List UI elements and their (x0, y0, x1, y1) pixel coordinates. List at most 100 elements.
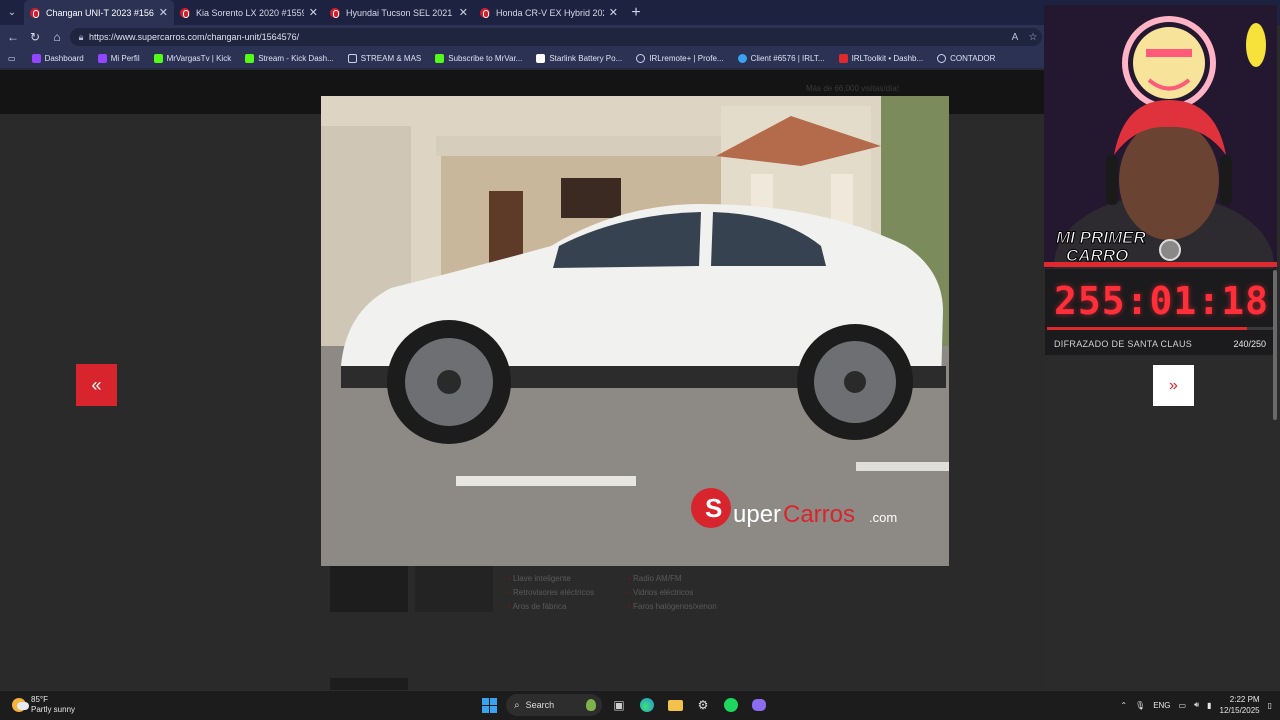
battery-icon[interactable]: ▮ (1207, 701, 1211, 710)
feature-item: Retrovisores eléctricos (508, 586, 628, 600)
taskbar-apps: ⌕ Search ▣ ⚙ (478, 694, 770, 716)
network-icon[interactable]: ▭ (1179, 701, 1187, 710)
bookmark-dashboard[interactable]: Dashboard (26, 54, 92, 63)
file-explorer-icon[interactable] (664, 694, 686, 716)
twitch-icon (31, 54, 41, 63)
windows-logo-icon (481, 697, 497, 713)
page-scrollbar[interactable] (1272, 270, 1278, 680)
kick-icon (245, 54, 255, 63)
svg-text:.com: .com (869, 510, 897, 525)
language-indicator[interactable]: ENG (1153, 701, 1170, 710)
supercarros-favicon-icon (30, 7, 40, 18)
supercarros-favicon-icon (180, 7, 190, 18)
bookmarks-menu-icon[interactable]: ▭ (0, 54, 26, 63)
bookmark-stream-mas[interactable]: STREAM & MAS (342, 54, 429, 63)
bookmark-label: IRLToolkit • Dashb... (851, 54, 924, 63)
bookmark-label: STREAM & MAS (360, 54, 422, 63)
svg-text:Carros: Carros (783, 501, 855, 528)
bookmark-label: MrVargasTv | Kick (166, 54, 232, 63)
weather-widget[interactable]: 85°F Partly sunny (12, 695, 75, 715)
windows-taskbar: 85°F Partly sunny ⌕ Search ▣ ⚙ ⌃ 🎙︎ ENG (0, 690, 1280, 720)
next-photo-button[interactable]: » (1153, 365, 1194, 406)
bookmark-label: Dashboard (44, 54, 84, 63)
folder-icon (347, 54, 357, 63)
close-tab-icon[interactable]: ✕ (159, 6, 168, 19)
bookmark-irltoolkit[interactable]: IRLToolkit • Dashb... (833, 54, 932, 63)
starlink-icon (536, 54, 546, 63)
bookmark-label: Mi Perfil (110, 54, 140, 63)
show-hidden-icons-icon[interactable]: ⌃ (1120, 701, 1127, 710)
globe-icon (636, 54, 646, 63)
discord-icon[interactable] (748, 694, 770, 716)
bookmark-label: Starlink Battery Po... (549, 54, 623, 63)
subathon-timer-widget: 255:01:18 DIFRAZADO DE SANTA CLAUS 240/2… (1044, 268, 1277, 356)
temperature: 85°F (31, 695, 48, 704)
previous-photo-button[interactable]: « (76, 364, 117, 406)
background-photo (330, 678, 408, 690)
feature-item: Aros de fábrica (508, 600, 628, 614)
system-tray: ⌃ 🎙︎ ENG ▭ 🔊︎ ▮ 2:22 PM 12/15/2025 ▯ (1120, 694, 1272, 716)
counter-icon (937, 54, 947, 63)
task-view-icon[interactable]: ▣ (608, 694, 630, 716)
kick-icon (435, 54, 445, 63)
tab-changan[interactable]: Changan UNI-T 2023 #1564576 - S ✕ (24, 0, 174, 25)
countdown-timer: 255:01:18 (1054, 279, 1269, 323)
bookmark-irlremote[interactable]: IRLremote+ | Profe... (630, 54, 731, 63)
close-tab-icon[interactable]: ✕ (459, 6, 468, 19)
clock-date: 12/15/2025 (1219, 706, 1260, 715)
irltoolkit-icon (838, 54, 848, 63)
volume-icon[interactable]: 🔊︎ (1194, 700, 1199, 710)
goal-progress-track (1247, 327, 1275, 330)
bookmark-mi-perfil[interactable]: Mi Perfil (92, 54, 148, 63)
tab-label: Honda CR-V EX Hybrid 2022 #15 (496, 7, 604, 18)
bookmark-subscribe[interactable]: Subscribe to MrVar... (429, 54, 530, 63)
new-tab-icon[interactable]: + (624, 0, 648, 25)
refresh-icon[interactable]: ↻ (24, 25, 46, 49)
supercarros-favicon-icon (330, 7, 340, 18)
spotify-icon[interactable] (720, 694, 742, 716)
search-highlight-icon (586, 699, 596, 711)
scrollbar-thumb[interactable] (1273, 270, 1277, 420)
bookmark-client[interactable]: Client #6576 | IRLT... (732, 54, 833, 63)
feature-item: Vidrios eléctricos (628, 586, 748, 600)
feature-item: Faros halógenos/xenon (628, 600, 748, 614)
edge-browser-icon[interactable] (636, 694, 658, 716)
kick-icon (153, 54, 163, 63)
search-label: Search (525, 700, 555, 710)
browser-toolbar: ← ↻ ⌂ 🔒︎ https://www.supercarros.com/cha… (0, 25, 1045, 49)
tab-actions-icon[interactable]: ⌄ (0, 0, 24, 25)
bookmark-label: CONTADOR (950, 54, 996, 63)
features-list-background: Llave inteligente Radio AM/FM Retrovisor… (508, 572, 748, 614)
bookmark-contador[interactable]: CONTADOR (931, 54, 1003, 63)
bookmark-label: Client #6576 | IRLT... (750, 54, 825, 63)
bookmark-stream-kick[interactable]: Stream - Kick Dash... (239, 54, 342, 63)
tab-kia[interactable]: Kia Sorento LX 2020 #1559749 - S ✕ (174, 0, 324, 25)
start-button[interactable] (478, 694, 500, 716)
weather-condition: Partly sunny (31, 705, 76, 714)
close-tab-icon[interactable]: ✕ (309, 6, 318, 19)
address-bar[interactable]: 🔒︎ https://www.supercarros.com/changan-u… (70, 28, 1042, 46)
main-car-photo: S uper Carros .com (321, 96, 949, 566)
close-tab-icon[interactable]: ✕ (609, 6, 618, 19)
bookmark-kick[interactable]: MrVargasTv | Kick (148, 54, 240, 63)
system-clock[interactable]: 2:22 PM 12/15/2025 (1220, 694, 1260, 716)
svg-text:MI PRIMER: MI PRIMER (1056, 228, 1146, 247)
tab-honda[interactable]: Honda CR-V EX Hybrid 2022 #15 ✕ (474, 0, 624, 25)
background-photo (330, 566, 408, 612)
supercarros-favicon-icon (480, 7, 490, 18)
tab-hyundai[interactable]: Hyundai Tucson SEL 2021 #14910 ✕ (324, 0, 474, 25)
app-icon[interactable]: ⚙ (692, 694, 714, 716)
url-text: https://www.supercarros.com/changan-unit… (89, 32, 300, 42)
read-aloud-icon[interactable]: A (1006, 32, 1024, 43)
site-info-icon[interactable]: 🔒︎ (73, 32, 89, 43)
twitch-icon (97, 54, 107, 63)
notifications-icon[interactable]: ▯ (1268, 701, 1272, 710)
home-icon[interactable]: ⌂ (46, 25, 68, 49)
favorite-star-icon[interactable]: ☆ (1024, 32, 1042, 43)
taskbar-search[interactable]: ⌕ Search (506, 694, 602, 716)
microphone-icon[interactable]: 🎙︎ (1135, 701, 1145, 710)
goal-progress-bar (1047, 327, 1247, 330)
back-arrow-icon[interactable]: ← (2, 25, 24, 49)
background-photo (415, 566, 493, 612)
bookmark-starlink[interactable]: Starlink Battery Po... (530, 54, 630, 63)
